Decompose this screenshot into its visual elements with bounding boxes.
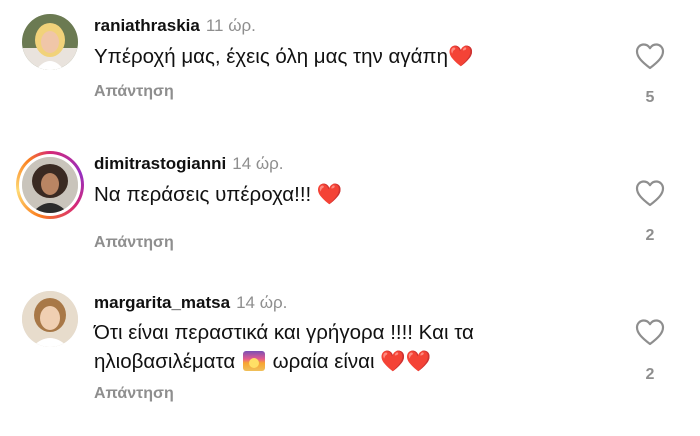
comment-meta: raniathraskia 11 ώρ. [94, 16, 256, 36]
reply-button[interactable]: Απάντηση [94, 83, 174, 101]
heart-emoji: ❤️❤️ [380, 350, 432, 373]
reply-button[interactable]: Απάντηση [94, 234, 174, 252]
avatar[interactable] [22, 291, 78, 347]
comment-text-line: ηλιοβασιλέματα ωραία είναι ❤️❤️ [94, 347, 614, 376]
username[interactable]: margarita_matsa [94, 293, 230, 312]
comment-text-body: Υπέροχή μας, έχεις όλη μας την αγάπη [94, 45, 448, 68]
comment-text-line: Ότι είναι περαστικά και γρήγορα !!!! Και… [94, 321, 474, 344]
like-count[interactable]: 2 [634, 227, 666, 245]
heart-outline-icon [635, 180, 665, 207]
comment-item: raniathraskia 11 ώρ. Υπέροχή μας, έχεις ό… [0, 0, 700, 130]
sunset-emoji [242, 351, 265, 371]
like-button[interactable] [634, 41, 666, 71]
comment-text: Να περάσεις υπέροχα!!! ❤️ [94, 180, 614, 209]
heart-emoji: ❤️ [316, 183, 343, 206]
heart-emoji: ❤️ [447, 45, 474, 68]
comment-text: Ότι είναι περαστικά και γρήγορα !!!! Και… [94, 318, 614, 376]
comment-time: 11 ώρ. [205, 16, 256, 35]
like-button[interactable] [634, 317, 666, 347]
comment-meta: dimitrastogianni 14 ώρ. [94, 154, 284, 174]
username[interactable]: raniathraskia [94, 16, 200, 35]
comment-time: 14 ώρ. [236, 293, 288, 312]
comment-text-body: ηλιοβασιλέματα [94, 350, 236, 373]
comment-text: Υπέροχή μας, έχεις όλη μας την αγάπη❤️ [94, 42, 614, 71]
comment-meta: margarita_matsa 14 ώρ. [94, 293, 287, 313]
comment-item: margarita_matsa 14 ώρ. Ότι είναι περαστικ… [0, 270, 700, 436]
like-button[interactable] [634, 178, 666, 208]
avatar[interactable] [22, 157, 78, 213]
reply-button[interactable]: Απάντηση [94, 385, 174, 403]
comment-text-body: ωραία είναι [272, 350, 375, 373]
heart-outline-icon [635, 319, 665, 346]
comment-item: dimitrastogianni 14 ώρ. Να περάσεις υπέρο… [0, 130, 700, 270]
story-ring[interactable] [16, 151, 84, 219]
username[interactable]: dimitrastogianni [94, 154, 226, 173]
like-count[interactable]: 5 [634, 89, 666, 107]
comment-text-body: Να περάσεις υπέροχα!!! [94, 183, 317, 206]
heart-outline-icon [635, 43, 665, 70]
comment-time: 14 ώρ. [232, 154, 284, 173]
avatar[interactable] [22, 14, 78, 70]
like-count[interactable]: 2 [634, 366, 666, 384]
